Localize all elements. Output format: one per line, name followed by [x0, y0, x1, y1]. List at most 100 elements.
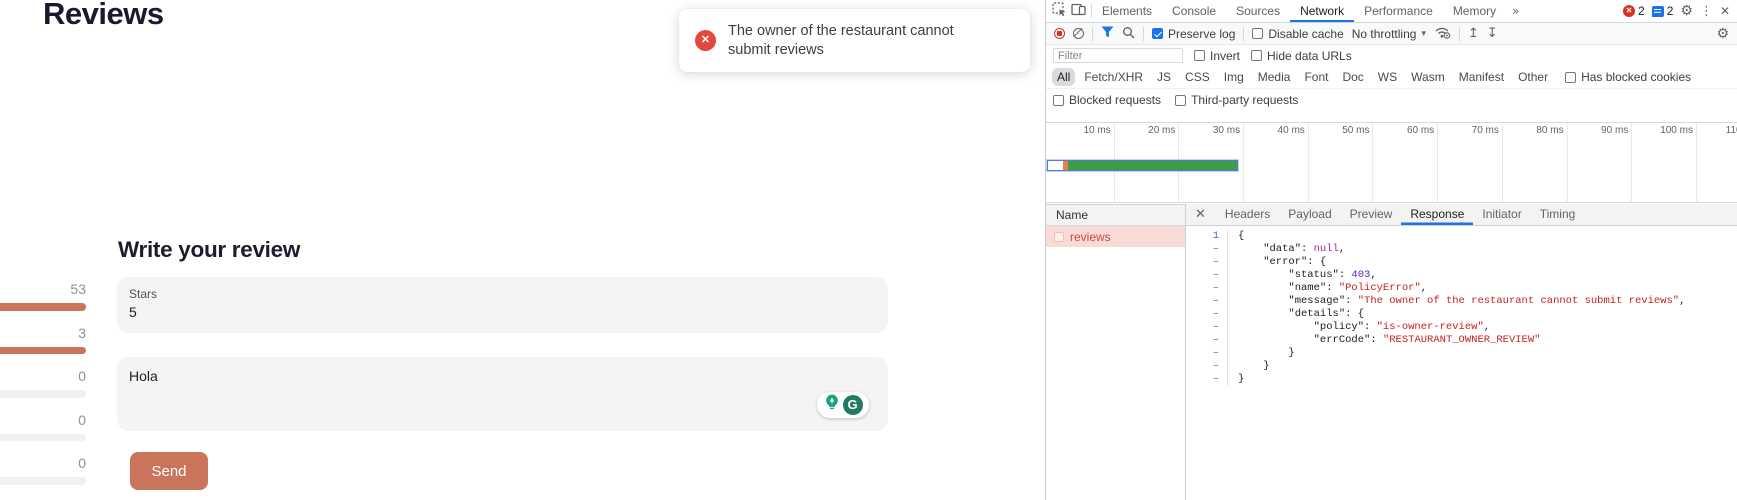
code-token: "status": — [1238, 269, 1351, 281]
timeline-tick-label: 110 ms — [1726, 125, 1737, 136]
timeline-tick-label: 20 ms — [1148, 125, 1175, 136]
devtools-tab-elements[interactable]: Elements — [1092, 0, 1162, 22]
rating-row: 0 — [0, 455, 86, 499]
rating-bar — [0, 477, 86, 485]
settings-gear-icon[interactable]: ⚙ — [1680, 3, 1693, 19]
send-button[interactable]: Send — [130, 452, 208, 490]
filter-chip-img[interactable]: Img — [1219, 68, 1249, 86]
review-form-heading: Write your review — [118, 237, 300, 263]
devtools-tab-memory[interactable]: Memory — [1443, 0, 1506, 22]
filter-chip-all[interactable]: All — [1052, 68, 1075, 86]
review-textarea[interactable]: Hola G — [117, 357, 888, 431]
hide-data-urls-checkbox[interactable]: Hide data URLs — [1251, 49, 1352, 63]
detail-tab-payload[interactable]: Payload — [1279, 204, 1340, 225]
code-token: "name": — [1238, 282, 1339, 294]
rating-row: 0 — [0, 368, 86, 412]
page-title: Reviews — [43, 0, 164, 32]
timeline-tick: 80 ms — [1503, 123, 1568, 202]
detail-tab-timing[interactable]: Timing — [1531, 204, 1585, 225]
detail-tab-headers[interactable]: Headers — [1216, 204, 1279, 225]
filter-chip-wasm[interactable]: Wasm — [1406, 68, 1450, 86]
checkbox-icon[interactable] — [1194, 50, 1205, 61]
divider — [1243, 27, 1244, 41]
chevron-down-icon: ▾ — [1421, 29, 1426, 39]
network-conditions-icon[interactable] — [1434, 26, 1451, 42]
filter-chip-manifest[interactable]: Manifest — [1454, 68, 1509, 86]
code-line: – } — [1186, 360, 1737, 373]
has-blocked-cookies-checkbox[interactable]: Has blocked cookies — [1565, 70, 1691, 84]
filter-funnel-icon[interactable] — [1101, 26, 1114, 41]
device-toolbar-icon[interactable] — [1071, 3, 1086, 19]
detail-tab-initiator[interactable]: Initiator — [1473, 204, 1530, 225]
code-line: – "error": { — [1186, 256, 1737, 269]
filter-chip-font[interactable]: Font — [1299, 68, 1333, 86]
grammarly-widget[interactable]: G — [817, 392, 869, 418]
search-icon[interactable] — [1122, 26, 1135, 42]
error-count-badge[interactable]: ✕ 2 — [1623, 4, 1645, 18]
stars-field[interactable]: Stars 5 — [117, 277, 888, 333]
grammarly-logo-icon[interactable]: G — [843, 395, 863, 415]
code-text: "errCode": "RESTAURANT_OWNER_REVIEW" — [1228, 334, 1540, 347]
code-token: "data": — [1238, 243, 1314, 255]
request-row[interactable]: reviews — [1046, 226, 1185, 247]
checkbox-icon[interactable] — [1251, 50, 1262, 61]
devtools-tab-console[interactable]: Console — [1162, 0, 1226, 22]
checkbox-icon[interactable] — [1053, 95, 1064, 106]
code-text: "details": { — [1228, 308, 1364, 321]
timeline-tick: 40 ms — [1244, 123, 1309, 202]
invert-checkbox[interactable]: Invert — [1194, 49, 1240, 63]
detail-tab-response[interactable]: Response — [1401, 204, 1473, 225]
filter-chip-media[interactable]: Media — [1253, 68, 1296, 86]
code-token: "errCode": — [1238, 334, 1383, 346]
grammarly-suggestion-icon[interactable] — [824, 394, 840, 416]
more-tabs-icon[interactable]: » — [1506, 4, 1525, 18]
checkbox-icon[interactable] — [1252, 28, 1263, 39]
close-detail-icon[interactable]: ✕ — [1195, 207, 1206, 222]
checkbox-icon[interactable] — [1565, 72, 1576, 83]
close-devtools-icon[interactable]: ✕ — [1720, 4, 1730, 18]
name-column-header[interactable]: Name — [1046, 204, 1185, 226]
code-text: } — [1228, 360, 1270, 373]
request-file-icon — [1054, 232, 1064, 242]
filter-chip-doc[interactable]: Doc — [1337, 68, 1368, 86]
devtools-tab-performance[interactable]: Performance — [1354, 0, 1443, 22]
devtools-tab-sources[interactable]: Sources — [1226, 0, 1290, 22]
rating-summary: 533000 — [0, 281, 86, 499]
filter-chip-fetch-xhr[interactable]: Fetch/XHR — [1079, 68, 1148, 86]
network-settings-gear-icon[interactable]: ⚙ — [1716, 26, 1729, 42]
import-har-icon[interactable]: ↥ — [1468, 26, 1479, 41]
code-line: – "name": "PolicyError", — [1186, 282, 1737, 295]
issues-count-badge[interactable]: 2 — [1652, 4, 1674, 18]
rating-count: 0 — [0, 368, 86, 384]
preserve-log-checkbox[interactable]: Preserve log — [1152, 27, 1235, 41]
export-har-icon[interactable]: ↧ — [1487, 26, 1498, 41]
devtools-tab-network[interactable]: Network — [1290, 0, 1354, 22]
checkbox-icon[interactable] — [1175, 95, 1186, 106]
clear-network-log-icon[interactable] — [1073, 28, 1084, 39]
code-text: { — [1228, 230, 1244, 243]
detail-tab-preview[interactable]: Preview — [1341, 204, 1402, 225]
code-text: "policy": "is-owner-review", — [1228, 321, 1490, 334]
blocked-requests-checkbox[interactable]: Blocked requests — [1053, 93, 1161, 107]
filter-input[interactable] — [1053, 48, 1183, 63]
timeline-tick-label: 100 ms — [1660, 125, 1693, 136]
record-network-log-icon[interactable] — [1054, 28, 1065, 39]
timeline-tick: 100 ms — [1632, 123, 1697, 202]
code-line: – "details": { — [1186, 308, 1737, 321]
code-line: – "data": null, — [1186, 243, 1737, 256]
error-circle-icon: ✕ — [695, 30, 716, 51]
third-party-requests-checkbox[interactable]: Third-party requests — [1175, 93, 1298, 107]
network-toolbar: Preserve log Disable cache No throttling… — [1046, 23, 1737, 45]
filter-chip-js[interactable]: JS — [1152, 68, 1176, 86]
filter-chip-other[interactable]: Other — [1513, 68, 1553, 86]
checkbox-checked-icon[interactable] — [1152, 28, 1163, 39]
filter-chip-ws[interactable]: WS — [1373, 68, 1402, 86]
disable-cache-checkbox[interactable]: Disable cache — [1252, 27, 1343, 41]
filter-chip-css[interactable]: CSS — [1180, 68, 1215, 86]
devtools-panel: ElementsConsoleSourcesNetworkPerformance… — [1045, 0, 1737, 500]
throttling-select[interactable]: No throttling ▾ — [1352, 27, 1426, 41]
inspect-element-icon[interactable] — [1052, 2, 1067, 20]
overview-waterfall-bar[interactable] — [1047, 160, 1238, 171]
timeline-tick: 50 ms — [1309, 123, 1374, 202]
more-options-icon[interactable]: ⋮ — [1700, 4, 1713, 19]
